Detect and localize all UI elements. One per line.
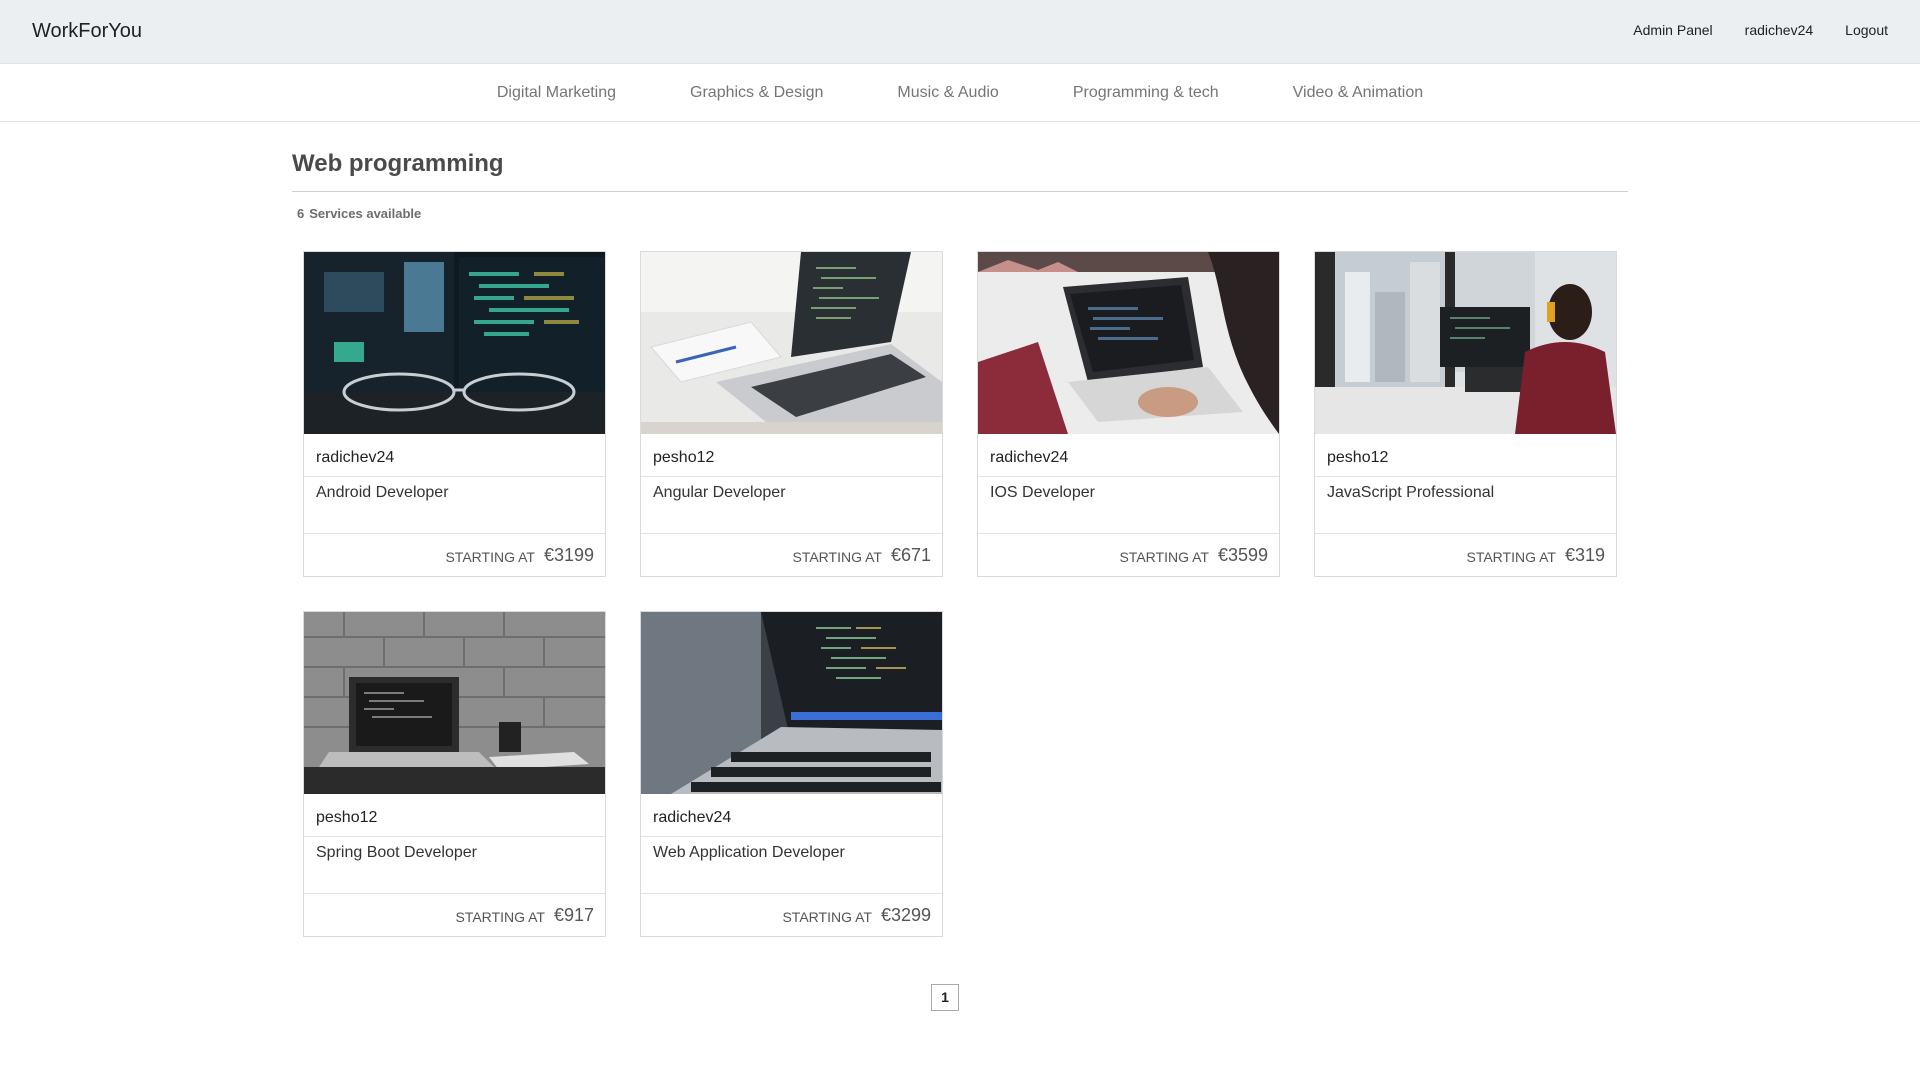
starting-at-label: STARTING AT <box>1119 548 1209 565</box>
code-on-laptop-closeup-photo <box>641 612 942 794</box>
price-row: STARTING AT €3299 <box>641 894 942 936</box>
category-video-animation[interactable]: Video & Animation <box>1293 84 1423 102</box>
service-title[interactable]: Spring Boot Developer <box>304 837 605 894</box>
user-profile-link[interactable]: radichev24 <box>1745 22 1814 38</box>
category-nav: Digital Marketing Graphics & Design Musi… <box>0 65 1920 122</box>
service-title[interactable]: Android Developer <box>304 477 605 534</box>
starting-at-label: STARTING AT <box>455 908 545 925</box>
service-seller[interactable]: pesho12 <box>641 434 942 477</box>
price-row: STARTING AT €917 <box>304 894 605 936</box>
service-seller[interactable]: pesho12 <box>304 794 605 837</box>
starting-at-label: STARTING AT <box>782 908 872 925</box>
person-typing-on-laptop-photo <box>978 252 1279 434</box>
laptop-on-desk-photo <box>641 252 942 434</box>
monitors-and-glasses-photo <box>304 252 605 434</box>
service-price: €3599 <box>1217 544 1268 565</box>
price-row: STARTING AT €671 <box>641 534 942 576</box>
top-links: Admin Panel radichev24 Logout <box>1633 22 1888 38</box>
title-divider <box>292 191 1628 192</box>
services-grid: radichev24 Android Developer STARTING AT… <box>303 251 1617 937</box>
category-digital-marketing[interactable]: Digital Marketing <box>497 84 616 102</box>
service-seller[interactable]: radichev24 <box>304 434 605 477</box>
starting-at-label: STARTING AT <box>792 548 882 565</box>
category-programming-tech[interactable]: Programming & tech <box>1073 84 1219 102</box>
service-title[interactable]: JavaScript Professional <box>1315 477 1616 534</box>
services-count: 6 Services available <box>297 206 421 221</box>
service-seller[interactable]: radichev24 <box>641 794 942 837</box>
price-row: STARTING AT €3199 <box>304 534 605 576</box>
service-card[interactable]: radichev24 IOS Developer STARTING AT €35… <box>977 251 1280 577</box>
services-count-label: Services available <box>309 206 422 221</box>
service-card[interactable]: pesho12 Spring Boot Developer STARTING A… <box>303 611 606 937</box>
service-price: €917 <box>553 904 594 925</box>
service-card[interactable]: radichev24 Web Application Developer STA… <box>640 611 943 937</box>
laptop-brick-wall-photo <box>304 612 605 794</box>
category-graphics-design[interactable]: Graphics & Design <box>690 84 823 102</box>
service-price: €671 <box>890 544 931 565</box>
service-card[interactable]: pesho12 Angular Developer STARTING AT €6… <box>640 251 943 577</box>
starting-at-label: STARTING AT <box>1466 548 1556 565</box>
service-seller[interactable]: radichev24 <box>978 434 1279 477</box>
service-title[interactable]: Web Application Developer <box>641 837 942 894</box>
services-count-number: 6 <box>297 206 305 221</box>
service-title[interactable]: IOS Developer <box>978 477 1279 534</box>
admin-panel-link[interactable]: Admin Panel <box>1633 22 1712 38</box>
pagination-page-button[interactable]: 1 <box>931 984 959 1011</box>
service-card[interactable]: pesho12 JavaScript Professional STARTING… <box>1314 251 1617 577</box>
service-price: €319 <box>1564 544 1605 565</box>
top-navbar: WorkForYou Admin Panel radichev24 Logout <box>0 0 1920 64</box>
brand-logo[interactable]: WorkForYou <box>32 20 142 43</box>
service-title[interactable]: Angular Developer <box>641 477 942 534</box>
service-price: €3299 <box>880 904 931 925</box>
price-row: STARTING AT €3599 <box>978 534 1279 576</box>
category-music-audio[interactable]: Music & Audio <box>897 84 998 102</box>
woman-at-desktop-office-photo <box>1315 252 1616 434</box>
page-title: Web programming <box>292 150 504 177</box>
service-card[interactable]: radichev24 Android Developer STARTING AT… <box>303 251 606 577</box>
starting-at-label: STARTING AT <box>445 548 535 565</box>
service-seller[interactable]: pesho12 <box>1315 434 1616 477</box>
logout-link[interactable]: Logout <box>1845 22 1888 38</box>
price-row: STARTING AT €319 <box>1315 534 1616 576</box>
service-price: €3199 <box>543 544 594 565</box>
